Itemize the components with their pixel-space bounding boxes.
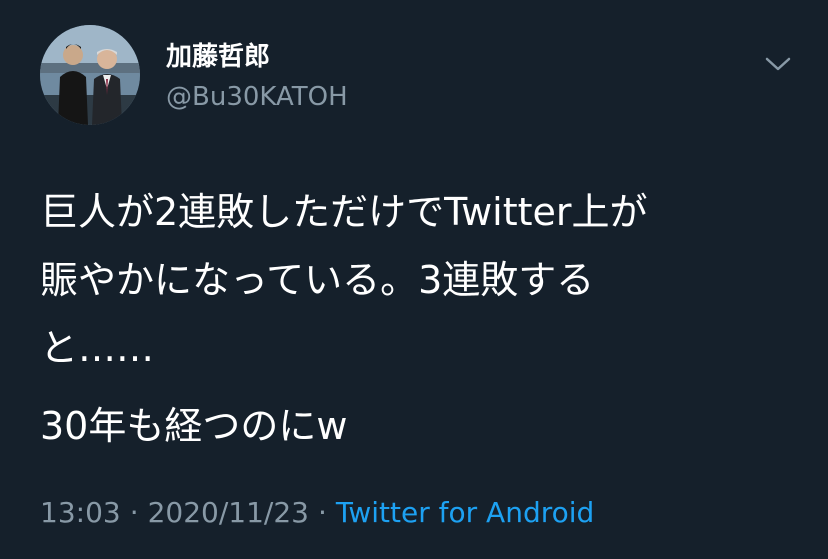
profile-photo-image [40,25,140,125]
meta-separator: · [318,496,327,529]
avatar[interactable] [40,25,140,125]
tweet-card: 加藤哲郎 @Bu30KATOH 巨人が2連敗しただけでTwitter上が 賑やか… [0,0,828,559]
tweet-paragraph-2: 30年も経つのにw [40,404,348,448]
tweet-meta: 13:03 · 2020/11/23 · Twitter for Android [40,493,594,533]
tweet-source-link[interactable]: Twitter for Android [336,496,594,529]
user-handle[interactable]: @Bu30KATOH [166,80,348,114]
tweet-date[interactable]: 2020/11/23 [148,496,309,529]
chevron-down-icon [765,57,791,71]
tweet-paragraph-1: 巨人が2連敗しただけでTwitter上が 賑やかになっている。3連敗する と…… [40,190,648,370]
tweet-text: 巨人が2連敗しただけでTwitter上が 賑やかになっている。3連敗する と……… [40,178,800,460]
display-name[interactable]: 加藤哲郎 [166,40,270,74]
more-options-button[interactable] [760,46,796,82]
meta-separator: · [129,496,139,529]
tweet-time[interactable]: 13:03 [40,496,121,529]
